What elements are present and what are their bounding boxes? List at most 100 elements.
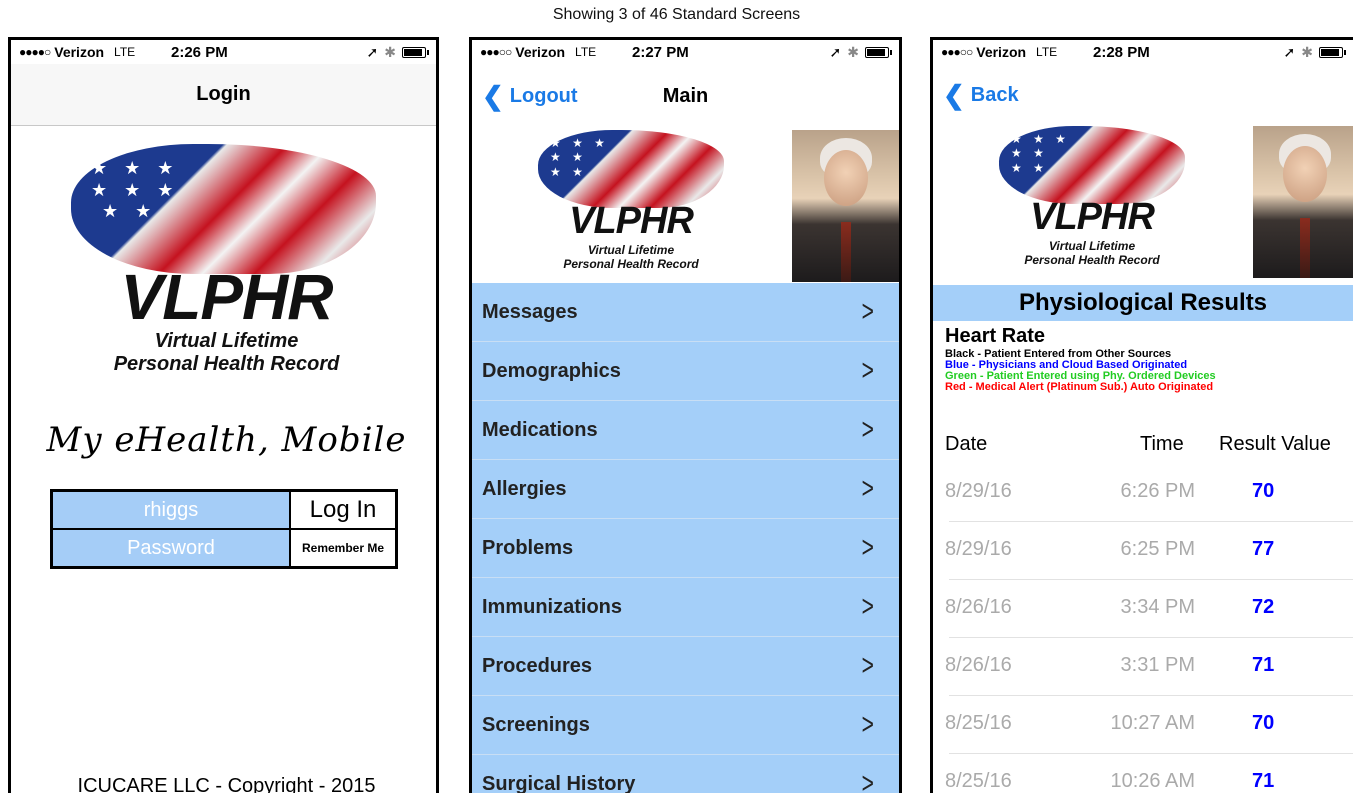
location-icon: ➚ [1283,43,1296,60]
table-row[interactable]: 8/29/16 6:26 PM 70 [945,464,1353,522]
tagline-line-1: Virtual Lifetime [587,243,675,257]
carrier: Verizon [976,44,1027,60]
table-row[interactable]: 8/25/16 10:26 AM 71 [945,754,1353,793]
menu-item-label: Messages [482,300,578,323]
tagline: Virtual Lifetime Personal Health Record [933,239,1251,268]
menu-item-label: Surgical History [482,772,636,793]
remember-me-button[interactable]: Remember Me [290,529,396,567]
column-result: Result Value [1219,433,1331,455]
color-legend: Black - Patient Entered from Other Sourc… [945,349,1216,393]
cell-value: 70 [1252,480,1275,502]
menu-item[interactable]: Allergies > [472,460,899,519]
cell-date: 8/25/16 [945,770,1012,792]
chevron-right-icon: > [862,472,875,505]
table-row[interactable]: 8/25/16 10:27 AM 70 [945,696,1353,754]
page-title: Login [196,83,251,105]
vlphr-logo: ★ ★ ★ ★ ★ ★ ★ VLPHR Virtual Lifetime Perso… [933,126,1251,276]
battery-icon [865,46,892,58]
menu-item[interactable]: Screenings > [472,696,899,755]
tagline-line-2: Personal Health Record [113,353,340,375]
status-bar: ●●●○○ Verizon LTE 2:28 PM ➚ ✱ [933,40,1353,64]
photo-tie [1300,218,1310,278]
page-title: Main [662,84,709,107]
menu-item-label: Demographics [482,359,621,382]
cell-value: 71 [1252,654,1275,676]
menu-item[interactable]: Messages > [472,283,899,342]
table-row[interactable]: 8/26/16 3:31 PM 71 [945,638,1353,696]
clock: 2:28 PM [1093,43,1150,61]
carrier: Verizon [515,44,566,60]
login-button[interactable]: Log In [290,491,396,529]
menu-item[interactable]: Medications > [472,401,899,460]
cell-time: 10:26 AM [1110,770,1195,792]
stars-graphic: ★ ★ ★ ★ ★ ★ ★ [550,136,609,179]
cell-date: 8/25/16 [945,712,1012,734]
login-form: rhiggs Log In Password Remember Me [50,489,398,569]
cell-time: 3:31 PM [1120,654,1195,676]
main-screen: ●●●○○ Verizon LTE 2:27 PM ➚ ✱ ❮ Logout M… [469,37,902,793]
cell-time: 3:34 PM [1120,596,1195,618]
location-icon: ➚ [366,43,379,60]
status-bar: ●●●●○ Verizon LTE 2:26 PM ➚ ✱ [11,40,436,64]
cell-value: 72 [1252,596,1275,618]
menu-item-label: Problems [482,536,574,559]
tagline-line-2: Personal Health Record [563,256,699,271]
legend-red: Red - Medical Alert (Platinum Sub.) Auto… [945,381,1214,393]
logout-button[interactable]: ❮ Logout [482,83,578,109]
bluetooth-icon: ✱ [1301,43,1313,60]
brand-name: VLPHR [1030,196,1155,238]
tagline: Virtual Lifetime Personal Health Record [472,243,790,272]
clock: 2:26 PM [171,43,228,61]
chevron-right-icon: > [862,354,875,387]
menu-item[interactable]: Surgical History > [472,755,899,793]
username-field[interactable]: rhiggs [52,491,290,529]
cell-time: 6:25 PM [1120,538,1195,560]
chevron-right-icon: > [862,767,875,793]
signal-dots: ●●●○○ [480,45,512,59]
menu-item[interactable]: Demographics > [472,342,899,401]
chevron-right-icon: > [862,590,875,623]
password-field[interactable]: Password [52,529,290,567]
tagline-line-1: Virtual Lifetime [1048,239,1136,253]
clock: 2:27 PM [632,43,689,61]
menu-item[interactable]: Procedures > [472,637,899,696]
cell-date: 8/29/16 [945,480,1012,502]
vlphr-logo: ★ ★ ★ ★ ★ ★ ★ ★ VLPHR Virtual Lifetime Pe… [11,140,436,375]
brand-name: VLPHR [569,200,694,242]
nav-bar: ❮ Back [933,64,1353,126]
menu-item-label: Procedures [482,654,593,677]
column-date: Date [945,433,988,455]
cell-date: 8/26/16 [945,654,1012,676]
table-row[interactable]: 8/29/16 6:25 PM 77 [945,522,1353,580]
cell-value: 70 [1252,712,1275,734]
chevron-right-icon: > [862,708,875,741]
table-header: Date Time Result Value [945,433,1353,459]
signal-dots: ●●●●○ [19,45,51,59]
table-row[interactable]: 8/26/16 3:34 PM 72 [945,580,1353,638]
menu-item[interactable]: Problems > [472,519,899,578]
stars-graphic: ★ ★ ★ ★ ★ ★ ★ ★ [91,158,180,222]
cell-time: 10:27 AM [1110,712,1195,734]
menu-item[interactable]: Immunizations > [472,578,899,637]
tagline-line-1: Virtual Lifetime [154,330,299,352]
caption: Showing 3 of 46 Standard Screens [552,6,801,23]
bluetooth-icon: ✱ [384,43,396,60]
back-label: Back [970,83,1019,106]
chevron-right-icon: > [862,295,875,328]
cell-value: 77 [1252,538,1275,560]
nav-bar: Login [11,64,436,126]
chevron-left-icon: ❮ [943,80,965,110]
stars-graphic: ★ ★ ★ ★ ★ ★ ★ [1011,132,1070,175]
cell-time: 6:26 PM [1120,480,1195,502]
network-type: LTE [1036,45,1058,59]
bluetooth-icon: ✱ [847,43,859,60]
brand-name: VLPHR [120,261,334,333]
nav-bar: ❮ Logout Main [472,64,899,128]
back-button[interactable]: ❮ Back [943,82,1019,108]
main-menu: Messages > Demographics > Medications > Allerg… [472,283,899,793]
photo-face [824,150,868,206]
tagline-line-2: Personal Health Record [1024,252,1160,267]
vlphr-logo: ★ ★ ★ ★ ★ ★ ★ VLPHR Virtual Lifetime Perso… [472,130,790,280]
script-slogan: My eHealth, Mobile [46,420,407,460]
menu-item-label: Allergies [482,477,567,500]
